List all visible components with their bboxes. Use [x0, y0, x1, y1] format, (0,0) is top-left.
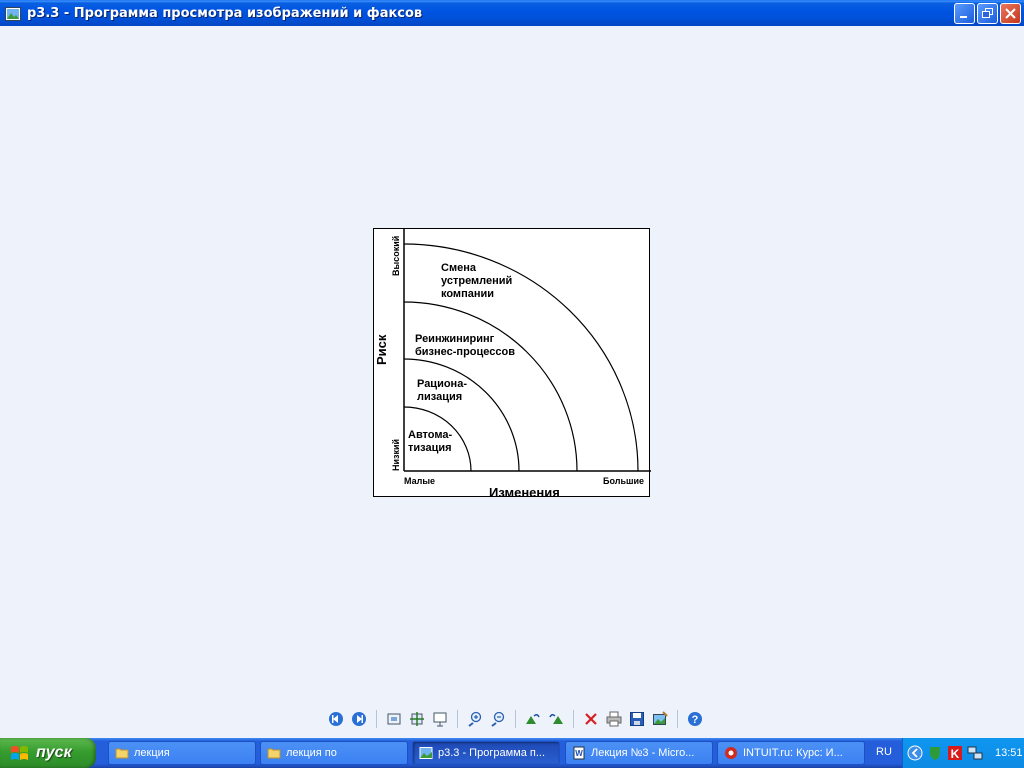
rotate-counterclockwise-button[interactable]	[546, 709, 566, 729]
taskbar-item-lecture-folder[interactable]: лекция	[108, 741, 256, 765]
task-label: лекция	[134, 747, 170, 759]
browser-icon	[725, 747, 737, 759]
delete-button[interactable]	[581, 709, 601, 729]
x-axis-high-label: Большие	[603, 476, 645, 486]
x-axis-title: Изменения	[489, 485, 560, 500]
title-bar[interactable]: р3.3 - Программа просмотра изображений и…	[0, 0, 1024, 26]
zone-label-automation: Автома- тизация	[408, 429, 452, 455]
taskbar-item-browser[interactable]: INTUIT.ru: Курс: И...	[717, 741, 865, 765]
help-icon: ?	[688, 712, 702, 726]
image-viewer-icon	[419, 747, 433, 759]
displayed-image: Смена устремлений компании Реинжиниринг …	[373, 228, 651, 500]
next-image-button[interactable]	[349, 709, 369, 729]
zoom-out-button[interactable]	[488, 709, 508, 729]
y-axis-low-label: Низкий	[391, 438, 401, 471]
slideshow-button[interactable]	[430, 709, 450, 729]
toolbar-separator	[515, 710, 516, 728]
restore-icon	[982, 8, 993, 18]
minimize-button[interactable]	[954, 3, 975, 24]
image-viewer-icon	[5, 6, 21, 21]
svg-text:?: ?	[692, 714, 699, 726]
kaspersky-icon[interactable]: K	[947, 745, 963, 761]
minimize-icon	[960, 16, 967, 18]
close-icon	[1005, 8, 1016, 19]
task-label: INTUIT.ru: Курс: И...	[743, 747, 843, 759]
slideshow-icon	[433, 712, 447, 727]
best-fit-button[interactable]	[384, 709, 404, 729]
folder-icon	[267, 748, 281, 759]
zoom-in-button[interactable]	[465, 709, 485, 729]
close-button[interactable]	[1000, 3, 1021, 24]
delete-icon	[585, 713, 597, 725]
start-button[interactable]: пуск	[0, 738, 96, 768]
zoom-in-icon	[468, 711, 482, 727]
y-axis-high-label: Высокий	[391, 235, 401, 276]
zone-automation-text: Автома- тизация	[408, 429, 453, 454]
edit-image-icon	[653, 711, 668, 725]
word-document-icon: W	[573, 746, 585, 760]
taskbar-item-image-viewer[interactable]: р3.3 - Программа п...	[412, 741, 560, 765]
rotate-counterclockwise-icon	[549, 713, 563, 724]
next-icon	[352, 712, 366, 726]
zone-label-reengineering: Реинжиниринг бизнес-процессов	[415, 333, 515, 359]
save-copy-button[interactable]	[627, 709, 647, 729]
taskbar-item-lecture-folder-2[interactable]: лекция по	[260, 741, 408, 765]
show-hidden-icons-icon[interactable]	[907, 745, 923, 761]
open-for-editing-button[interactable]	[650, 709, 670, 729]
svg-text:W: W	[575, 749, 583, 758]
previous-icon	[329, 712, 343, 726]
printer-icon	[606, 711, 622, 727]
best-fit-icon	[387, 713, 401, 725]
zone-reengineering-text: Реинжиниринг бизнес-процессов	[415, 333, 515, 358]
restore-button[interactable]	[977, 3, 998, 24]
viewer-toolbar: ?	[326, 708, 705, 730]
zoom-out-icon	[491, 711, 505, 727]
network-icon[interactable]	[967, 745, 983, 761]
toolbar-separator	[376, 710, 377, 728]
folder-icon	[115, 748, 129, 759]
system-tray: K 13:51	[902, 738, 1024, 768]
taskbar: пуск лекция лекция по р3.3 - Программа п…	[0, 738, 1024, 768]
security-shield-icon[interactable]	[927, 745, 943, 761]
previous-image-button[interactable]	[326, 709, 346, 729]
rotate-clockwise-button[interactable]	[523, 709, 543, 729]
task-label: р3.3 - Программа п...	[438, 747, 545, 759]
toolbar-separator	[677, 710, 678, 728]
toolbar-separator	[573, 710, 574, 728]
clock[interactable]: 13:51	[995, 747, 1023, 759]
actual-size-icon	[410, 712, 424, 726]
language-indicator[interactable]: RU	[876, 746, 892, 758]
start-label: пуск	[36, 744, 72, 761]
toolbar-separator	[457, 710, 458, 728]
help-button[interactable]: ?	[685, 709, 705, 729]
y-axis-title: Риск	[374, 334, 389, 365]
window-title: р3.3 - Программа просмотра изображений и…	[27, 6, 423, 21]
save-disk-icon	[630, 712, 644, 726]
svg-text:K: K	[951, 747, 960, 761]
print-button[interactable]	[604, 709, 624, 729]
x-axis-low-label: Малые	[404, 476, 436, 486]
zone-strategy-text: Смена устремлений компании	[441, 262, 513, 300]
windows-logo-icon	[11, 746, 28, 760]
risk-change-diagram	[403, 229, 651, 472]
rotate-clockwise-icon	[526, 713, 540, 724]
task-label: лекция по	[286, 747, 337, 759]
zone-label-rationalization: Рациона- лизация	[417, 378, 467, 404]
zone-label-strategy: Смена устремлений компании	[441, 262, 512, 301]
zone-rationalization-text: Рациона- лизация	[417, 378, 467, 403]
actual-size-button[interactable]	[407, 709, 427, 729]
taskbar-item-word-document[interactable]: W Лекция №3 - Micro...	[565, 741, 713, 765]
task-label: Лекция №3 - Micro...	[591, 747, 695, 759]
